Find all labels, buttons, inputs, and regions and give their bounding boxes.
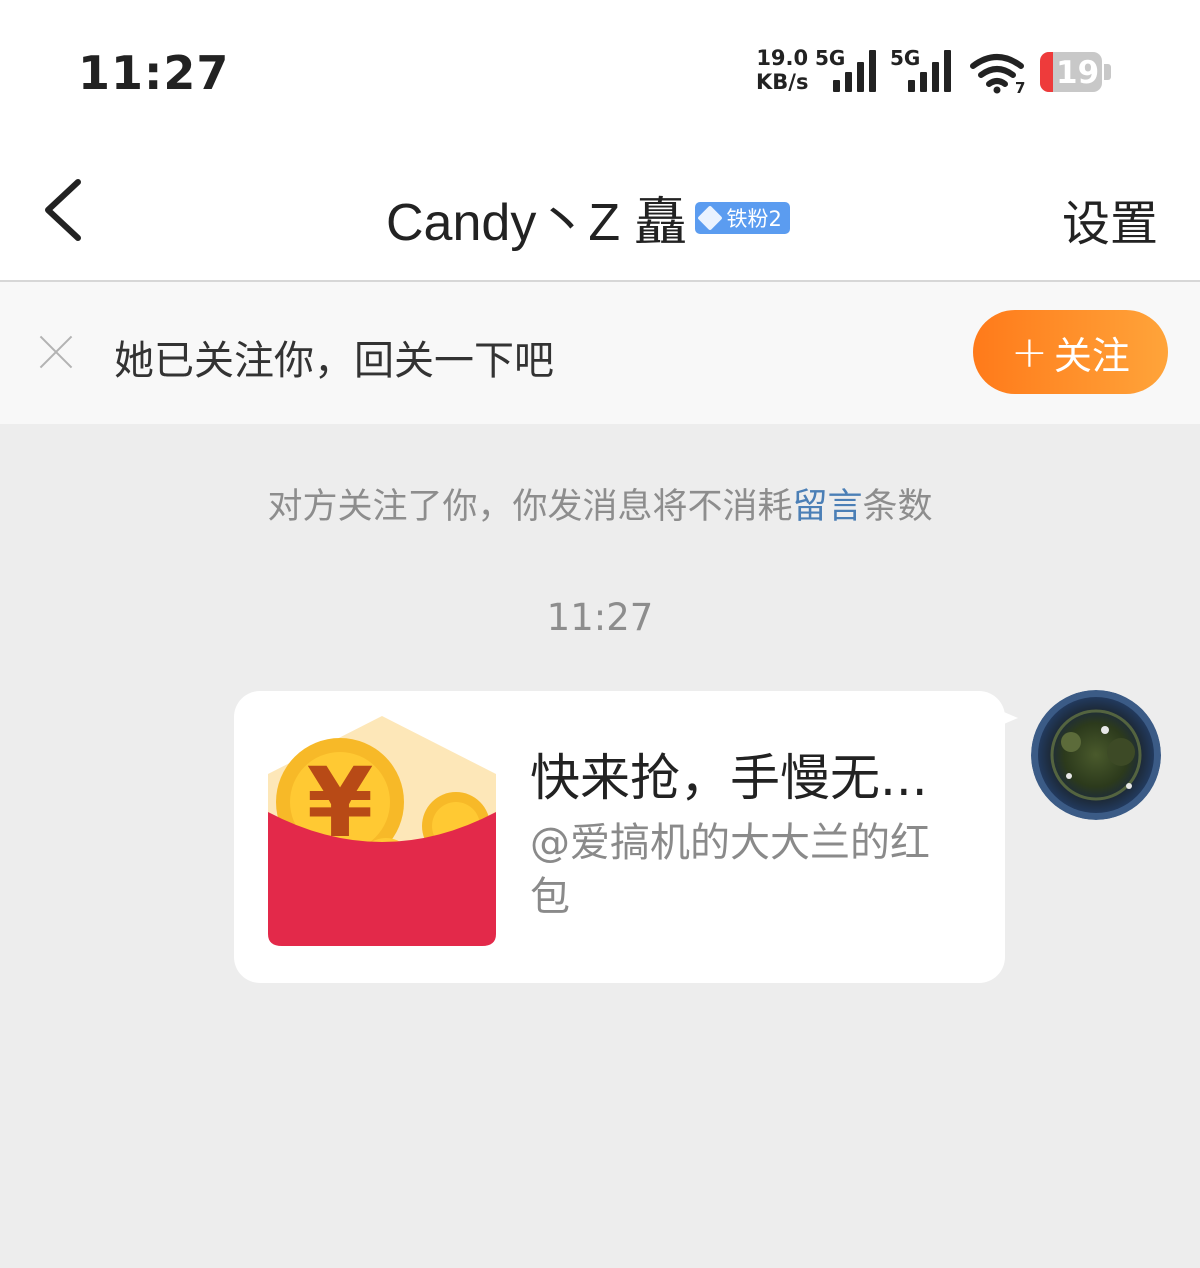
chat-title[interactable]: Candy丶Z 矗 铁粉2 <box>386 180 790 255</box>
bubble-tail <box>990 706 1018 730</box>
status-time: 11:27 <box>78 46 230 100</box>
diamond-icon <box>696 204 723 231</box>
battery-level: 19 <box>1056 55 1100 91</box>
message-timestamp: 11:27 <box>546 596 654 639</box>
chevron-left-icon[interactable] <box>38 178 88 242</box>
red-packet-sender: @爱搞机的大大兰的红包 <box>530 820 930 920</box>
notice-suffix: 条数 <box>862 487 933 527</box>
red-envelope-icon: ¥ <box>268 716 496 946</box>
avatar[interactable] <box>1031 690 1161 820</box>
battery-tip <box>1104 64 1111 80</box>
follow-button-label: 关注 <box>1053 333 1130 378</box>
wifi-icon: 7 <box>970 54 1025 94</box>
red-packet-title: 快来抢，手慢无... <box>530 749 928 807</box>
contact-name: Candy丶Z 矗 <box>386 194 687 252</box>
follow-back-text: 她已关注你，回关一下吧 <box>114 338 554 384</box>
follow-notice: 对方关注了你，你发消息将不消耗留言条数 <box>0 478 1200 529</box>
follow-button[interactable]: + 关注 <box>973 310 1168 394</box>
status-bar: 11:27 19.0 KB/s 5G 5G 7 19 <box>0 0 1200 140</box>
settings-button[interactable]: 设置 <box>1062 184 1158 254</box>
notice-link[interactable]: 留言 <box>792 487 862 527</box>
plus-icon: + <box>1011 326 1048 378</box>
chat-header: Candy丶Z 矗 铁粉2 设置 <box>0 140 1200 282</box>
wifi-label: 7 <box>1015 79 1025 94</box>
network-speed-value: 19.0 <box>756 46 809 70</box>
notice-prefix: 对方关注了你，你发消息将不消耗 <box>267 487 793 527</box>
battery-icon: 19 <box>1040 52 1102 92</box>
fan-level-badge: 铁粉2 <box>694 201 790 234</box>
network-speed: 19.0 KB/s <box>756 46 808 94</box>
close-icon[interactable] <box>38 334 74 370</box>
network-speed-unit: KB/s <box>756 70 809 94</box>
follow-back-banner: 她已关注你，回关一下吧 + 关注 <box>0 282 1200 424</box>
fan-level-label: 铁粉2 <box>726 206 782 231</box>
